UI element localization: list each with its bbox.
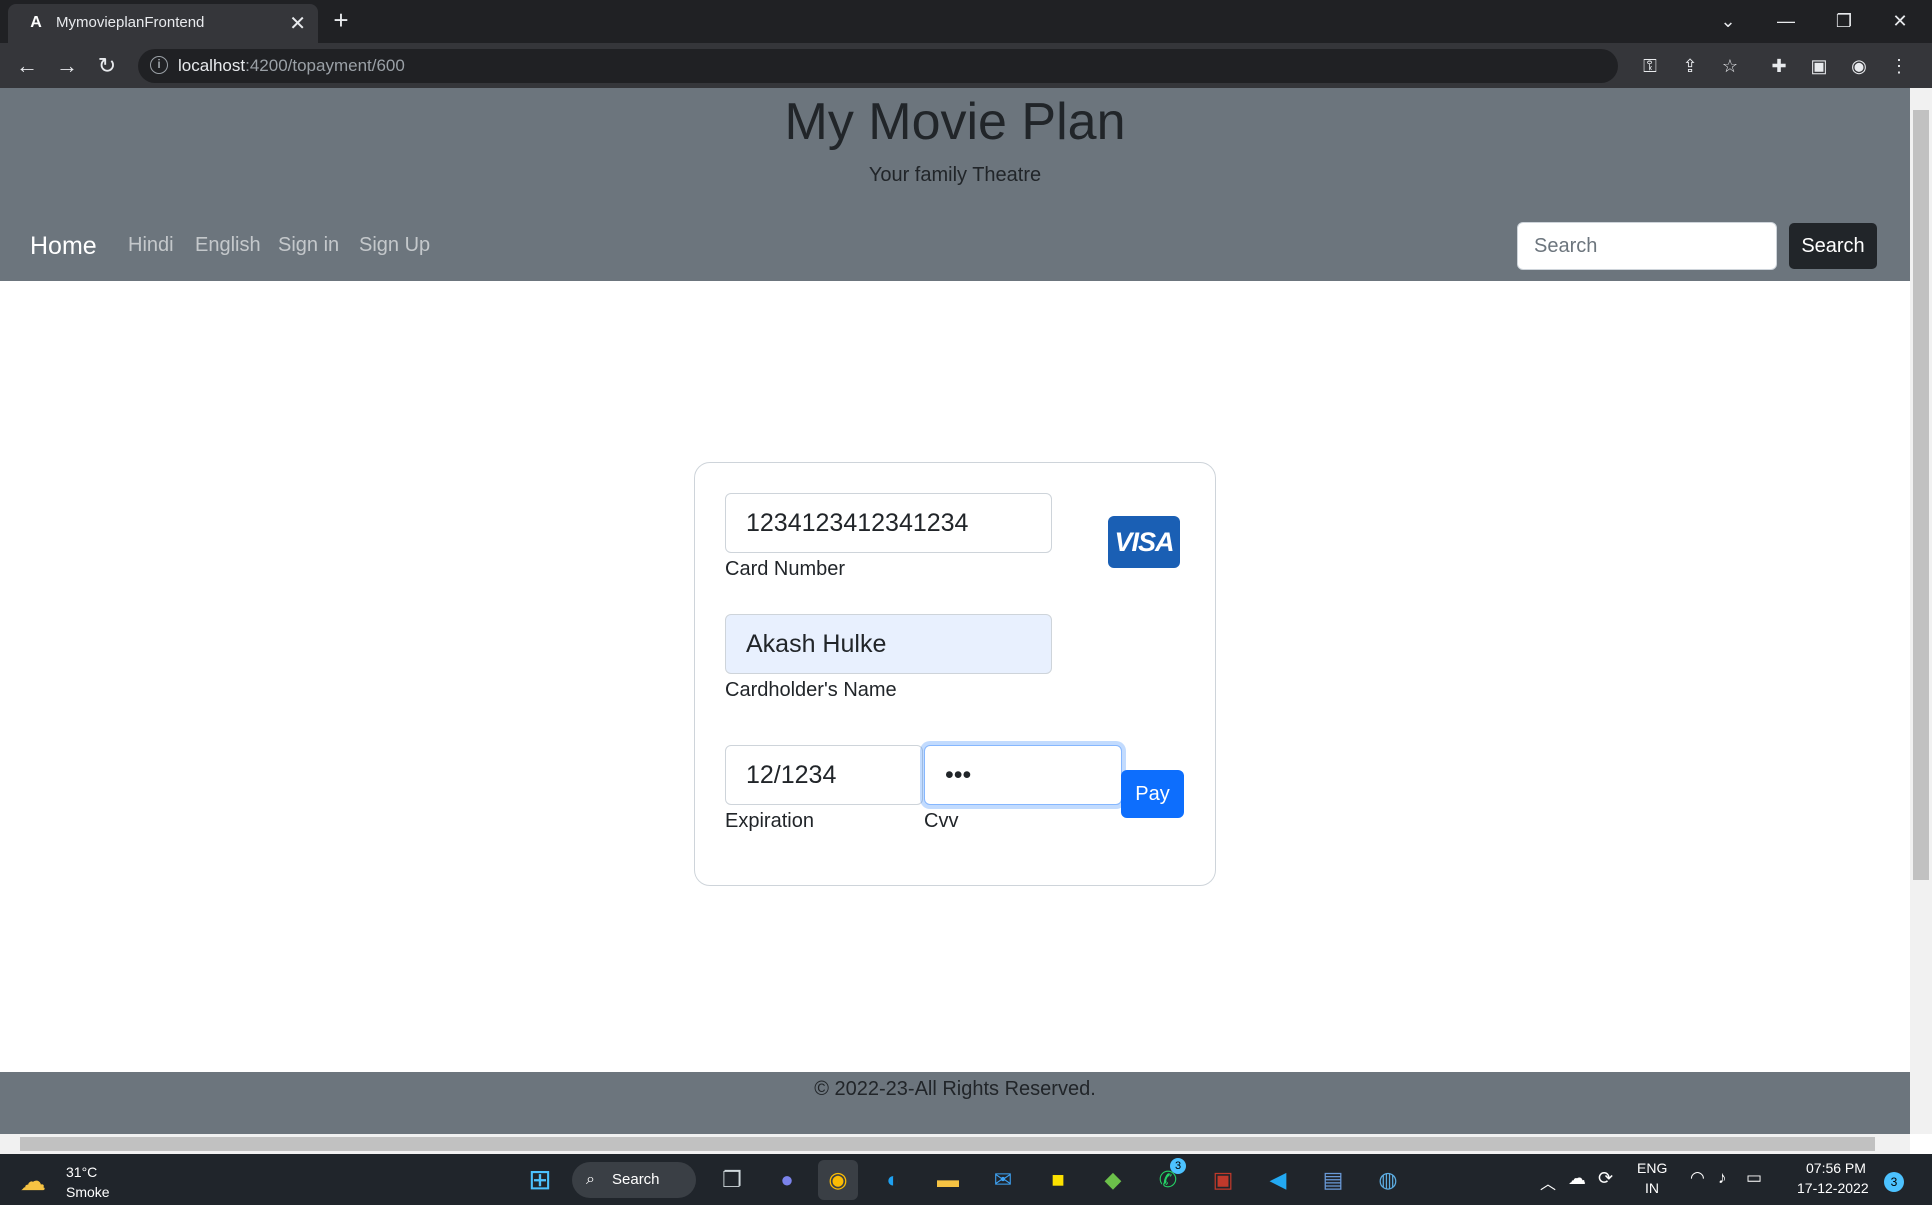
sticky-notes-icon[interactable]: ■ xyxy=(1038,1160,1078,1200)
chrome-icon[interactable]: ◉ xyxy=(818,1160,858,1200)
expiration-label: Expiration xyxy=(725,810,814,832)
new-tab-icon[interactable]: + xyxy=(326,6,356,36)
side-panel-icon[interactable]: ▣ xyxy=(1804,51,1834,81)
pay-button[interactable]: Pay xyxy=(1121,770,1184,818)
profile-avatar-icon[interactable]: ◉ xyxy=(1844,51,1874,81)
extensions-icon[interactable]: ✚ xyxy=(1764,51,1794,81)
mail-icon[interactable]: ✉ xyxy=(983,1160,1023,1200)
taskbar-search-label: Search xyxy=(612,1171,660,1188)
gradle-icon[interactable]: ◆ xyxy=(1093,1160,1133,1200)
notification-badge[interactable]: 3 xyxy=(1884,1172,1904,1192)
minimize-icon[interactable]: — xyxy=(1766,6,1806,36)
card-number-label: Card Number xyxy=(725,558,846,580)
search-input[interactable] xyxy=(1517,222,1777,270)
volume-icon[interactable]: ♪ xyxy=(1718,1168,1727,1188)
show-hidden-icons[interactable]: ︿ xyxy=(1540,1170,1556,1194)
edge-icon[interactable]: ◐ xyxy=(873,1160,913,1200)
nav-hindi[interactable]: Hindi xyxy=(128,234,174,257)
tab-title: MymovieplanFrontend xyxy=(56,14,205,31)
card-number-field[interactable]: 1234123412341234 xyxy=(725,493,1052,553)
cardholder-name-label: Cardholder's Name xyxy=(725,679,897,701)
restore-icon[interactable]: ❐ xyxy=(1824,6,1864,36)
nav-sign-up[interactable]: Sign Up xyxy=(359,234,430,257)
weather-condition: Smoke xyxy=(66,1184,110,1200)
cardholder-name-field[interactable]: Akash Hulke xyxy=(725,614,1052,674)
nav-sign-in[interactable]: Sign in xyxy=(278,234,339,257)
footer-copyright: © 2022-23-All Rights Reserved. xyxy=(814,1078,1096,1100)
reload-icon[interactable]: ↻ xyxy=(92,51,122,81)
share-icon[interactable]: ⇪ xyxy=(1675,51,1705,81)
browser-tab[interactable]: A MymovieplanFrontend ✕ xyxy=(8,4,318,43)
close-window-icon[interactable]: ✕ xyxy=(1880,6,1920,36)
angular-favicon-icon: A xyxy=(30,14,42,31)
weather-icon[interactable]: ☁ xyxy=(20,1166,46,1197)
url-text: localhost:4200/topayment/600 xyxy=(178,56,405,75)
horizontal-scrollbar-thumb[interactable] xyxy=(20,1137,1875,1151)
cvv-field[interactable]: ••• xyxy=(924,745,1122,805)
sync-icon[interactable]: ⟳ xyxy=(1598,1168,1613,1189)
close-tab-icon[interactable]: ✕ xyxy=(289,11,306,36)
file-explorer-icon[interactable]: ▬ xyxy=(928,1160,968,1200)
language-bottom[interactable]: IN xyxy=(1645,1180,1659,1196)
app-icon[interactable]: ▣ xyxy=(1203,1160,1243,1200)
bookmark-star-icon[interactable]: ☆ xyxy=(1715,51,1745,81)
vertical-scrollbar-thumb[interactable] xyxy=(1913,110,1929,880)
back-icon[interactable]: ← xyxy=(12,51,42,81)
wifi-icon[interactable]: ◠ xyxy=(1690,1168,1705,1188)
whatsapp-badge: 3 xyxy=(1170,1158,1186,1174)
nav-home[interactable]: Home xyxy=(30,232,97,261)
site-title: My Movie Plan xyxy=(784,93,1126,151)
nav-english[interactable]: English xyxy=(195,234,261,257)
search-icon: ⌕ xyxy=(586,1171,595,1188)
weather-temperature: 31°C xyxy=(66,1164,98,1180)
task-view-icon[interactable]: ❐ xyxy=(712,1160,752,1200)
site-info-icon[interactable]: i xyxy=(150,56,168,74)
clock-time[interactable]: 07:56 PM xyxy=(1806,1160,1866,1176)
network-app-icon[interactable]: ◍ xyxy=(1368,1160,1408,1200)
forward-icon[interactable]: → xyxy=(52,51,82,81)
menu-icon[interactable]: ⋮ xyxy=(1884,51,1914,81)
search-button[interactable]: Search xyxy=(1788,222,1878,270)
language-top[interactable]: ENG xyxy=(1637,1160,1667,1176)
key-icon[interactable]: ⚿ xyxy=(1635,51,1665,81)
battery-icon[interactable]: ▭ xyxy=(1746,1168,1762,1188)
clock-date[interactable]: 17-12-2022 xyxy=(1797,1180,1869,1196)
taskbar-search[interactable]: ⌕ Search xyxy=(572,1162,696,1198)
onedrive-icon[interactable]: ☁ xyxy=(1568,1168,1586,1189)
teams-chat-icon[interactable]: ● xyxy=(767,1160,807,1200)
windows-start-icon[interactable]: ⊞ xyxy=(520,1160,560,1200)
omnibox[interactable]: i localhost:4200/topayment/600 xyxy=(138,49,1618,83)
tab-search-icon[interactable]: ⌄ xyxy=(1708,6,1748,36)
vscode-icon[interactable]: ◀ xyxy=(1258,1160,1298,1200)
cvv-label: Cvv xyxy=(924,810,959,832)
visa-logo: VISA xyxy=(1108,516,1180,568)
site-subtitle: Your family Theatre xyxy=(868,164,1042,186)
sts-icon[interactable]: ▤ xyxy=(1313,1160,1353,1200)
expiration-field[interactable]: 12/1234 xyxy=(725,745,923,805)
